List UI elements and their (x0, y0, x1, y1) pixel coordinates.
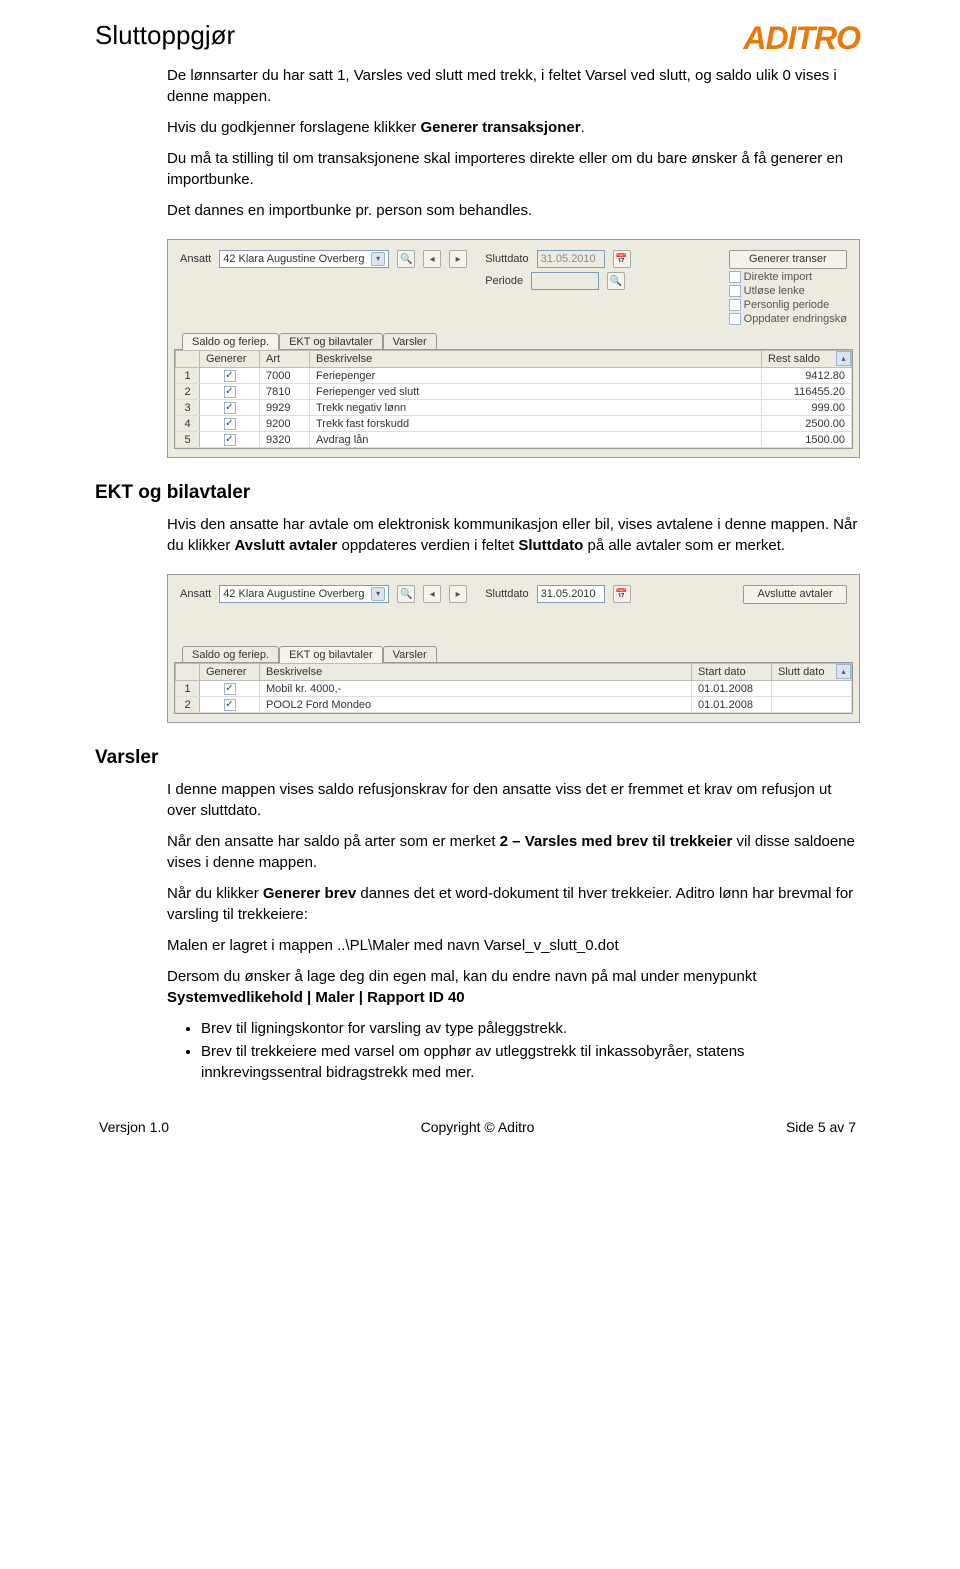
varsler-heading: Varsler (95, 747, 860, 769)
avslutte-avtaler-button[interactable]: Avslutte avtaler (743, 585, 847, 604)
intro-paragraph-3: Du må ta stilling til om transaksjonene … (167, 148, 860, 190)
varsler-p4: Malen er lagret i mappen ..\PL\Maler med… (167, 935, 860, 956)
table-row: 27810Feriepenger ved slutt116455.20 (176, 384, 852, 400)
sluttdato-label: Sluttdato (485, 253, 528, 265)
prev-icon[interactable]: ◂ (423, 585, 441, 603)
varsler-p3: Når du klikker Generer brev dannes det e… (167, 883, 860, 925)
varsler-p5: Dersom du ønsker å lage deg din egen mal… (167, 966, 860, 1008)
sluttdato-label: Sluttdato (485, 588, 528, 600)
calendar-icon[interactable] (613, 585, 631, 603)
ansatt-combo[interactable]: 42 Klara Augustine Overberg ▾ (219, 250, 389, 268)
table-row: 17000Feriepenger9412.80 (176, 368, 852, 384)
row-checkbox[interactable] (224, 434, 236, 446)
table-row: 2POOL2 Ford Mondeo01.01.2008 (176, 697, 852, 713)
next-icon[interactable]: ▸ (449, 585, 467, 603)
row-checkbox[interactable] (224, 683, 236, 695)
intro-paragraph-4: Det dannes en importbunke pr. person som… (167, 200, 860, 221)
scroll-up-icon[interactable]: ▴ (836, 664, 851, 679)
generer-transer-button[interactable]: Generer transer (729, 250, 847, 269)
periode-label: Periode (485, 275, 523, 287)
page-title: Sluttoppgjør (95, 20, 235, 51)
chevron-down-icon[interactable]: ▾ (371, 587, 385, 601)
prev-icon[interactable]: ◂ (423, 250, 441, 268)
tab-saldo[interactable]: Saldo og feriep. (182, 646, 279, 663)
bullet-item: Brev til ligningskontor for varsling av … (201, 1018, 860, 1039)
footer-version: Versjon 1.0 (99, 1119, 169, 1135)
ekt-paragraph: Hvis den ansatte har avtale om elektroni… (167, 514, 860, 556)
personlig-periode-checkbox[interactable] (729, 299, 741, 311)
calendar-icon[interactable] (613, 250, 631, 268)
screenshot-panel-2: Ansatt 42 Klara Augustine Overberg ▾ 🔍 ◂… (167, 574, 860, 723)
utlose-lenke-checkbox[interactable] (729, 285, 741, 297)
table-row: 39929Trekk negativ lønn999.00 (176, 400, 852, 416)
oppdater-endringsko-checkbox[interactable] (729, 313, 741, 325)
ekt-heading: EKT og bilavtaler (95, 482, 860, 504)
varsler-p2: Når den ansatte har saldo på arter som e… (167, 831, 860, 873)
row-checkbox[interactable] (224, 386, 236, 398)
footer-copyright: Copyright © Aditro (421, 1119, 535, 1135)
saldo-grid: Generer Art Beskrivelse Rest saldo 17000… (175, 350, 852, 448)
ansatt-label: Ansatt (180, 588, 211, 600)
row-checkbox[interactable] (224, 699, 236, 711)
scroll-up-icon[interactable]: ▴ (836, 351, 851, 366)
tab-ekt[interactable]: EKT og bilavtaler (279, 333, 383, 350)
footer-page: Side 5 av 7 (786, 1119, 856, 1135)
search-icon[interactable]: 🔍 (607, 272, 625, 290)
search-icon[interactable]: 🔍 (397, 250, 415, 268)
brand-logo: ADITRO (743, 20, 860, 57)
tab-varsler[interactable]: Varsler (383, 646, 437, 663)
screenshot-panel-1: Ansatt 42 Klara Augustine Overberg ▾ 🔍 ◂… (167, 239, 860, 458)
row-checkbox[interactable] (224, 402, 236, 414)
tab-ekt[interactable]: EKT og bilavtaler (279, 646, 383, 663)
tab-varsler[interactable]: Varsler (383, 333, 437, 350)
direkte-import-checkbox[interactable] (729, 271, 741, 283)
page-footer: Versjon 1.0 Copyright © Aditro Side 5 av… (95, 1119, 860, 1135)
next-icon[interactable]: ▸ (449, 250, 467, 268)
bullet-item: Brev til trekkeiere med varsel om opphør… (201, 1041, 860, 1083)
sluttdato-field[interactable]: 31.05.2010 (537, 585, 605, 603)
periode-field (531, 272, 599, 290)
ansatt-combo[interactable]: 42 Klara Augustine Overberg ▾ (219, 585, 389, 603)
row-checkbox[interactable] (224, 370, 236, 382)
row-checkbox[interactable] (224, 418, 236, 430)
intro-paragraph-1: De lønnsarter du har satt 1, Varsles ved… (167, 65, 860, 107)
ansatt-label: Ansatt (180, 253, 211, 265)
search-icon[interactable]: 🔍 (397, 585, 415, 603)
intro-paragraph-2: Hvis du godkjenner forslagene klikker Ge… (167, 117, 860, 138)
table-row: 1Mobil kr. 4000,-01.01.2008 (176, 681, 852, 697)
ekt-grid: Generer Beskrivelse Start dato Slutt dat… (175, 663, 852, 713)
tab-saldo[interactable]: Saldo og feriep. (182, 333, 279, 350)
sluttdato-field: 31.05.2010 (537, 250, 605, 268)
chevron-down-icon[interactable]: ▾ (371, 252, 385, 266)
table-row: 59320Avdrag lån1500.00 (176, 432, 852, 448)
varsler-p1: I denne mappen vises saldo refusjonskrav… (167, 779, 860, 821)
table-row: 49200Trekk fast forskudd2500.00 (176, 416, 852, 432)
